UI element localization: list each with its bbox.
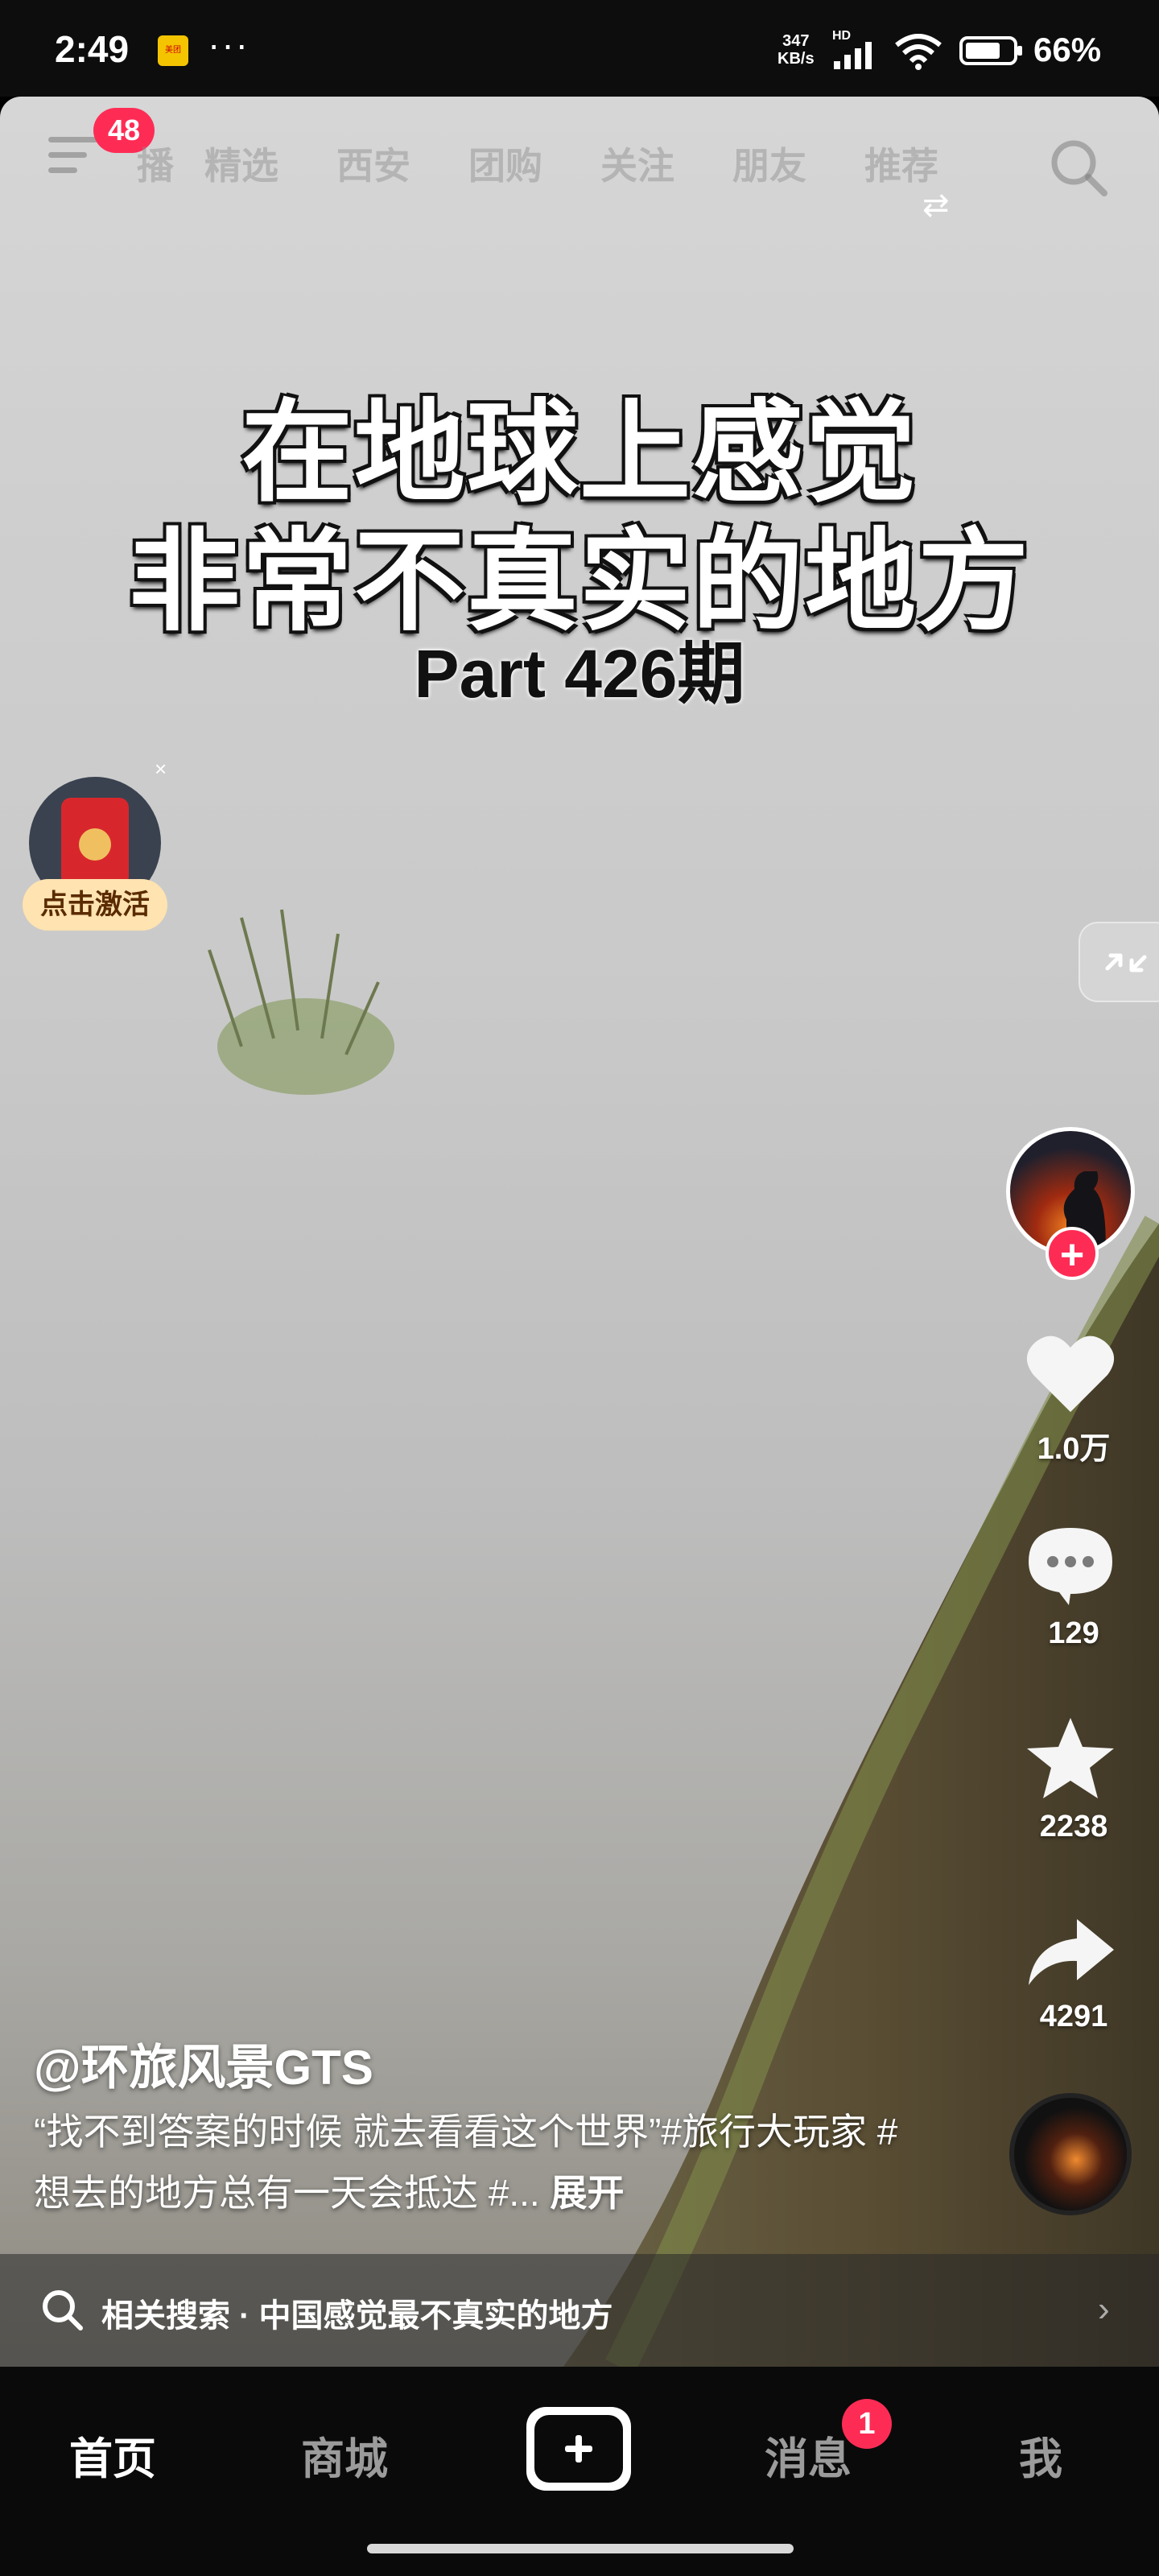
video-player[interactable]: 48 播 精选 西安 团购 关注 朋友 推荐 ⇄ 在地球上感觉 非常不真实的地方… bbox=[0, 97, 1159, 2367]
top-nav: 48 播 精选 西安 团购 关注 朋友 推荐 ⇄ bbox=[0, 97, 1159, 225]
wifi-icon bbox=[895, 34, 942, 70]
status-bar: 2:49 美团 ··· 347 KB/s HD 66% bbox=[0, 0, 1159, 97]
tab-friends[interactable]: 朋友 bbox=[732, 137, 806, 190]
nav-messages[interactable]: 消息 bbox=[765, 2423, 852, 2487]
nav-tabs: 播 精选 西安 团购 关注 朋友 推荐 bbox=[137, 137, 996, 190]
tab-live[interactable]: 播 bbox=[137, 137, 175, 190]
menu-icon[interactable] bbox=[48, 137, 98, 182]
share-arrow-icon[interactable] bbox=[1022, 1908, 1119, 1996]
like-heart-icon[interactable] bbox=[1022, 1328, 1119, 1417]
caption-text: “找不到答案的时候 就去看看这个世界”#旅行大玩家 #想去的地方总有一天会抵达 … bbox=[34, 2111, 898, 2214]
network-speed: 347 KB/s bbox=[777, 32, 815, 68]
share-count: 4291 bbox=[1039, 2000, 1108, 2033]
music-disc-icon[interactable] bbox=[1009, 2093, 1132, 2215]
tab-group-buy[interactable]: 团购 bbox=[468, 137, 542, 190]
tab-featured[interactable]: 精选 bbox=[204, 137, 278, 190]
follow-button[interactable]: + bbox=[1046, 1227, 1099, 1280]
like-count: 1.0万 bbox=[1037, 1432, 1111, 1466]
home-indicator[interactable] bbox=[367, 2544, 794, 2553]
collapse-button[interactable] bbox=[1079, 922, 1159, 1002]
envelope-close-icon[interactable]: × bbox=[155, 757, 167, 782]
create-button[interactable] bbox=[526, 2407, 631, 2491]
envelope-seal-icon bbox=[79, 828, 111, 861]
nav-me[interactable]: 我 bbox=[1019, 2423, 1062, 2487]
tab-xian[interactable]: 西安 bbox=[336, 137, 410, 190]
battery-percent: 66% bbox=[1033, 31, 1102, 68]
chevron-right-icon: › bbox=[1098, 2289, 1110, 2329]
status-time: 2:49 bbox=[55, 28, 130, 70]
comment-icon[interactable] bbox=[1022, 1521, 1119, 1610]
related-search-bar[interactable]: 相关搜索 · 中国感觉最不真实的地方 › bbox=[0, 2254, 1159, 2367]
network-speed-unit: KB/s bbox=[777, 50, 815, 68]
video-caption[interactable]: “找不到答案的时候 就去看看这个世界”#旅行大玩家 #想去的地方总有一天会抵达 … bbox=[34, 2101, 903, 2223]
search-icon bbox=[43, 2290, 83, 2330]
favorite-count: 2238 bbox=[1039, 1810, 1108, 1843]
meituan-app-icon: 美团 bbox=[158, 35, 188, 66]
favorite-star-icon[interactable] bbox=[1022, 1715, 1119, 1803]
signal-icon bbox=[834, 42, 872, 69]
nav-home[interactable]: 首页 bbox=[69, 2423, 156, 2487]
author-name[interactable]: @环旅风景GTS bbox=[34, 2029, 373, 2099]
status-overflow-icon: ··· bbox=[208, 23, 250, 65]
expand-link[interactable]: 展开 bbox=[551, 2172, 625, 2214]
nav-mall[interactable]: 商城 bbox=[301, 2423, 388, 2487]
envelope-activate-button[interactable]: 点击激活 bbox=[23, 879, 167, 931]
search-icon[interactable] bbox=[1046, 135, 1111, 200]
messages-badge: 1 bbox=[842, 2399, 892, 2449]
collapse-icon bbox=[1105, 953, 1147, 972]
tab-recommend[interactable]: 推荐 bbox=[864, 137, 938, 190]
battery-icon bbox=[959, 36, 1022, 65]
plus-icon bbox=[534, 2415, 623, 2483]
video-episode: Part 426期 bbox=[414, 636, 745, 712]
network-speed-value: 347 bbox=[782, 32, 810, 50]
comment-count: 129 bbox=[1048, 1616, 1099, 1650]
related-search-text: 相关搜索 · 中国感觉最不真实的地方 bbox=[101, 2298, 613, 2334]
swap-icon[interactable]: ⇄ bbox=[922, 187, 950, 224]
tab-following[interactable]: 关注 bbox=[600, 137, 674, 190]
